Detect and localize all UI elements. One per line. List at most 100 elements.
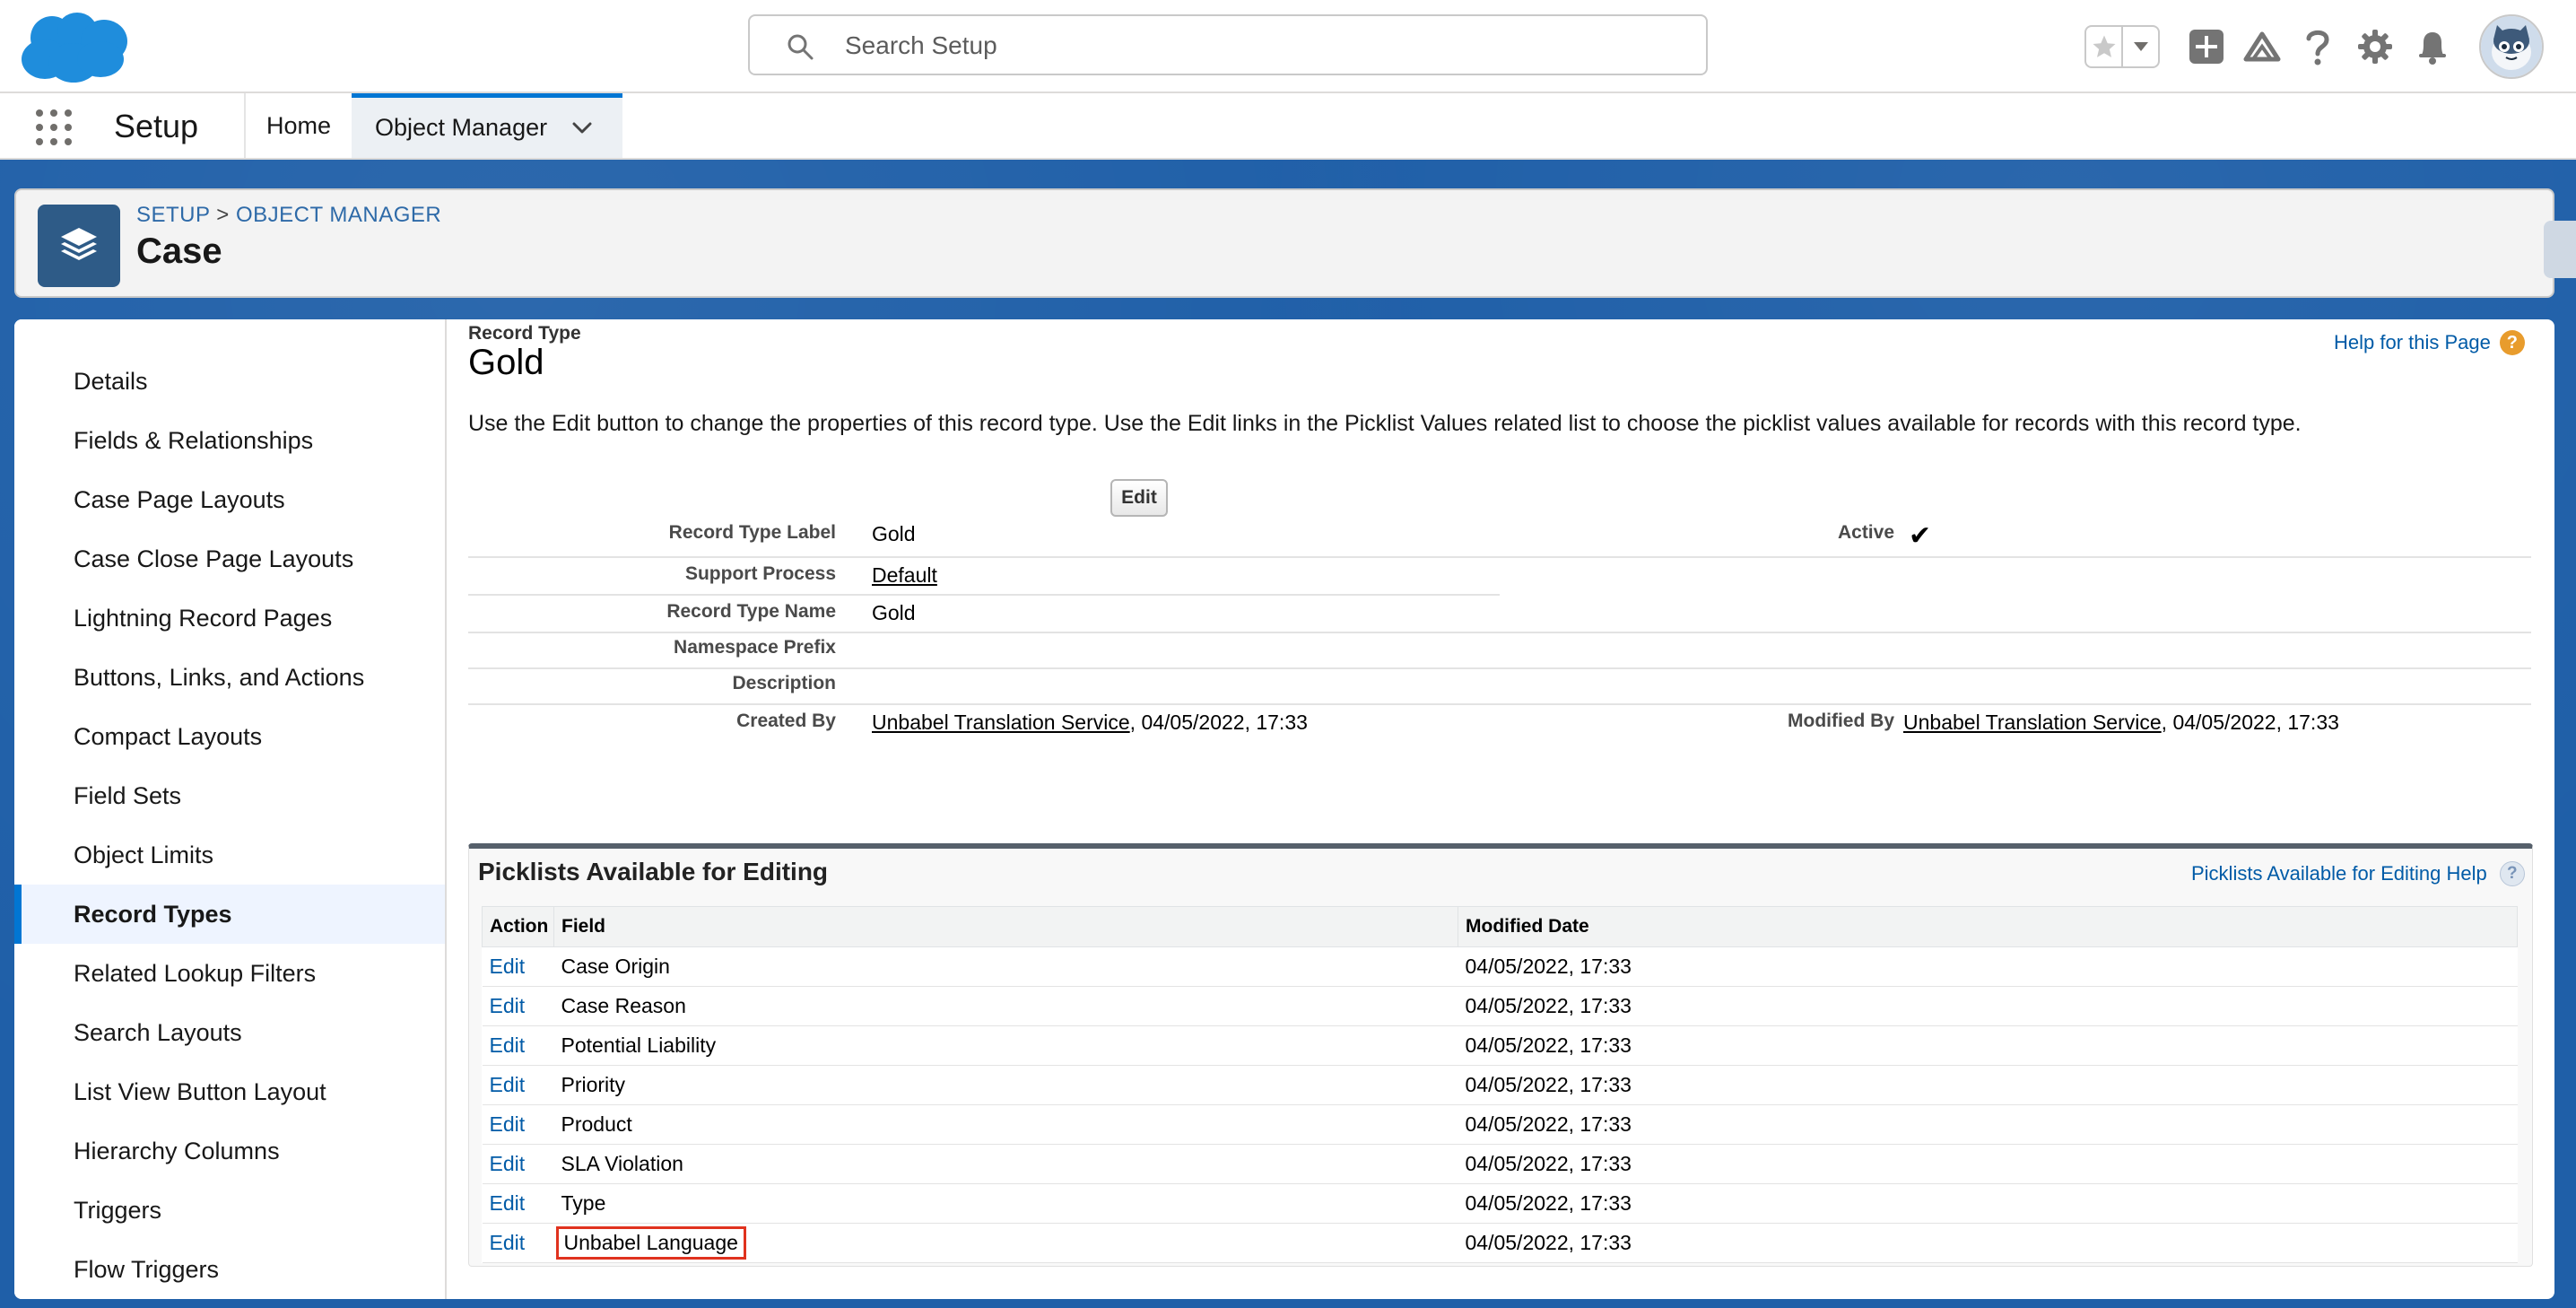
checkmark-icon: ✔	[1909, 521, 1932, 551]
chevron-down-icon[interactable]	[572, 122, 592, 135]
sidebar-item-label: Search Layouts	[74, 1018, 242, 1046]
page-description: Use the Edit button to change the proper…	[468, 411, 2302, 436]
column-header-field: Field	[553, 906, 1458, 947]
breadcrumb-setup[interactable]: SETUP	[136, 203, 210, 227]
avatar[interactable]	[2479, 14, 2544, 79]
sidebar-item-details[interactable]: Details	[14, 352, 445, 411]
table-row: Edit Case Origin 04/05/2022, 17:33	[482, 946, 2518, 987]
modified-date: 04/05/2022, 17:33	[1458, 1025, 2518, 1066]
edit-link[interactable]: Edit	[482, 1065, 554, 1105]
modified-date: 04/05/2022, 17:33	[1458, 1223, 2518, 1263]
field-label: Created By	[736, 711, 836, 731]
edit-button[interactable]: Edit	[1110, 479, 1168, 517]
help-icon: ?	[2499, 861, 2525, 886]
field-name: SLA Violation	[553, 1144, 1458, 1184]
sidebar-item-label: Case Page Layouts	[74, 485, 285, 513]
sidebar-item-label: Fields & Relationships	[74, 426, 314, 454]
field-name-cell: Unbabel Language	[553, 1223, 1458, 1263]
sidebar-item-lightning-record-pages[interactable]: Lightning Record Pages	[14, 589, 445, 648]
modified-date: 04/05/2022, 17:33	[1458, 986, 2518, 1026]
tab-home-label: Home	[265, 111, 332, 139]
breadcrumb: SETUP > OBJECT MANAGER	[136, 203, 441, 228]
modified-date: 04/05/2022, 17:33	[1458, 1065, 2518, 1105]
edit-link[interactable]: Edit	[482, 1144, 554, 1184]
sidebar-item-search-layouts[interactable]: Search Layouts	[14, 1003, 445, 1062]
tab-home[interactable]: Home	[244, 93, 352, 158]
global-header	[0, 0, 2576, 93]
sidebar-item-related-lookup-filters[interactable]: Related Lookup Filters	[14, 944, 445, 1003]
record-type-caption: Record Type	[468, 323, 581, 344]
edit-link[interactable]: Edit	[482, 946, 554, 987]
table-row: Edit Type 04/05/2022, 17:33	[482, 1183, 2518, 1224]
salesforce-cloud-logo[interactable]	[18, 7, 129, 84]
edit-link[interactable]: Edit	[482, 986, 554, 1026]
favorites-dropdown-icon[interactable]	[2121, 27, 2158, 66]
breadcrumb-object-manager[interactable]: OBJECT MANAGER	[236, 203, 441, 227]
created-by-date: , 04/05/2022, 17:33	[1129, 711, 1308, 734]
sidebar-item-label: Related Lookup Filters	[74, 959, 317, 987]
trailhead-icon[interactable]	[2241, 25, 2284, 68]
sidebar-item-field-sets[interactable]: Field Sets	[14, 766, 445, 825]
picklists-related-list: Picklists Available for Editing Picklist…	[468, 843, 2533, 1267]
help-icon[interactable]	[2296, 25, 2339, 68]
related-list-title: Picklists Available for Editing	[478, 858, 829, 885]
sidebar-item-label: Case Close Page Layouts	[74, 545, 354, 572]
edit-link[interactable]: Edit	[482, 1104, 554, 1145]
main-card: Details Fields & Relationships Case Page…	[14, 319, 2554, 1299]
breadcrumb-separator: >	[216, 203, 230, 227]
modified-by-date: , 04/05/2022, 17:33	[2161, 711, 2339, 734]
divider	[468, 594, 1500, 596]
table-header-row: Action Field Modified Date	[482, 906, 2518, 947]
favorites-control[interactable]	[2084, 25, 2160, 68]
sidebar-item-label: Object Limits	[74, 841, 214, 868]
modified-date: 04/05/2022, 17:33	[1458, 1144, 2518, 1184]
page-title: Case	[136, 231, 222, 271]
sidebar-item-list-view-button-layout[interactable]: List View Button Layout	[14, 1062, 445, 1121]
field-label: Description	[732, 673, 836, 693]
sidebar-item-flow-triggers[interactable]: Flow Triggers	[14, 1240, 445, 1299]
modified-by-user-link[interactable]: Unbabel Translation Service	[1903, 711, 2162, 734]
sidebar-item-label: Buttons, Links, and Actions	[74, 663, 365, 691]
support-process-link[interactable]: Default	[872, 563, 937, 588]
sidebar-item-case-page-layouts[interactable]: Case Page Layouts	[14, 470, 445, 529]
sidebar-item-label: Compact Layouts	[74, 722, 263, 750]
picklists-help-link[interactable]: Picklists Available for Editing Help ?	[2191, 861, 2525, 886]
edit-link[interactable]: Edit	[482, 1223, 554, 1263]
table-row: Edit Unbabel Language 04/05/2022, 17:33	[482, 1223, 2518, 1263]
table-row: Edit SLA Violation 04/05/2022, 17:33	[482, 1144, 2518, 1184]
record-type-detail: Record Type Gold Help for this Page ? Us…	[468, 319, 2540, 1299]
sidebar-item-triggers[interactable]: Triggers	[14, 1181, 445, 1240]
sidebar-item-hierarchy-columns[interactable]: Hierarchy Columns	[14, 1121, 445, 1181]
search-box[interactable]	[748, 14, 1708, 75]
edit-link[interactable]: Edit	[482, 1025, 554, 1066]
sidebar-item-case-close-page-layouts[interactable]: Case Close Page Layouts	[14, 529, 445, 589]
bell-icon[interactable]	[2411, 25, 2454, 68]
object-sidebar: Details Fields & Relationships Case Page…	[14, 319, 447, 1299]
field-label: Record Type Name	[666, 601, 836, 622]
tab-object-manager[interactable]: Object Manager	[352, 93, 622, 158]
sidebar-item-buttons-links-actions[interactable]: Buttons, Links, and Actions	[14, 648, 445, 707]
table-row: Edit Potential Liability 04/05/2022, 17:…	[482, 1025, 2518, 1066]
layers-icon	[38, 205, 120, 287]
side-panel-handle[interactable]	[2544, 221, 2576, 278]
column-header-modified-date: Modified Date	[1458, 906, 2518, 947]
favorite-star-icon[interactable]	[2086, 27, 2121, 66]
created-by-user-link[interactable]: Unbabel Translation Service	[872, 711, 1130, 734]
help-for-page-link[interactable]: Help for this Page ?	[2334, 330, 2525, 355]
sidebar-item-object-limits[interactable]: Object Limits	[14, 825, 445, 885]
sidebar-item-fields-relationships[interactable]: Fields & Relationships	[14, 411, 445, 470]
sidebar-item-compact-layouts[interactable]: Compact Layouts	[14, 707, 445, 766]
sidebar-item-record-types[interactable]: Record Types	[14, 885, 445, 944]
app-launcher-icon[interactable]	[36, 109, 72, 145]
sidebar-item-label: Hierarchy Columns	[74, 1137, 280, 1164]
field-name: Priority	[553, 1065, 1458, 1105]
edit-link[interactable]: Edit	[482, 1183, 554, 1224]
table-row: Edit Case Reason 04/05/2022, 17:33	[482, 986, 2518, 1026]
support-process-value[interactable]: Default	[872, 563, 937, 587]
search-input[interactable]	[843, 27, 1654, 65]
highlighted-field-name: Unbabel Language	[555, 1226, 746, 1260]
sidebar-item-label: Field Sets	[74, 781, 182, 809]
gear-icon[interactable]	[2354, 25, 2397, 68]
field-name: Case Origin	[553, 946, 1458, 987]
add-icon[interactable]	[2185, 25, 2228, 68]
